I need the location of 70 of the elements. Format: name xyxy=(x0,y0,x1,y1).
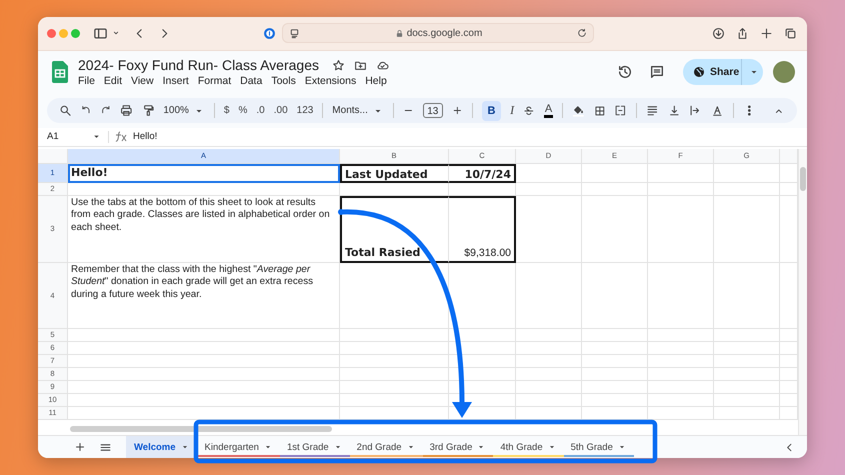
menu-item[interactable]: Extensions xyxy=(304,75,356,88)
horizontal-scrollbar[interactable] xyxy=(70,426,332,432)
cell-text: 10/7/24 xyxy=(449,164,516,183)
vertical-align-icon[interactable] xyxy=(668,104,680,118)
borders-icon[interactable] xyxy=(594,104,606,117)
font-size-field[interactable]: 13 xyxy=(422,103,444,118)
italic-button[interactable]: I xyxy=(510,103,514,118)
increase-decimals-button[interactable]: .00 xyxy=(274,105,288,116)
print-icon[interactable] xyxy=(120,104,133,118)
font-dropdown[interactable]: Monts... xyxy=(332,104,384,117)
avatar[interactable] xyxy=(773,61,795,84)
menu-item[interactable]: Data xyxy=(240,75,262,88)
share-icon[interactable] xyxy=(736,26,749,40)
reload-icon[interactable] xyxy=(577,28,587,38)
percent-button[interactable]: % xyxy=(238,105,248,116)
number-format-button[interactable]: 123 xyxy=(296,105,314,116)
version-history-icon[interactable] xyxy=(617,64,633,80)
search-icon[interactable] xyxy=(59,104,72,118)
text-rotation-icon[interactable] xyxy=(711,104,724,118)
bold-button[interactable]: B xyxy=(482,100,502,121)
text-color-button[interactable]: A xyxy=(544,104,554,118)
cell-text: Hello! xyxy=(68,164,340,183)
new-tab-icon[interactable] xyxy=(760,26,773,40)
fill-color-icon[interactable] xyxy=(572,104,585,118)
sheets-logo[interactable] xyxy=(52,61,68,84)
download-icon[interactable] xyxy=(712,26,725,40)
function-icon xyxy=(115,131,128,142)
align-icon[interactable] xyxy=(646,104,659,118)
formula-text[interactable]: Hello! xyxy=(133,131,158,142)
sheet-tab[interactable]: 5th Grade xyxy=(564,436,634,458)
cell-text: Last Updated xyxy=(340,164,449,183)
reader-icon[interactable] xyxy=(289,28,300,39)
sidebar-icon[interactable] xyxy=(93,26,108,41)
cell-text: $9,318.00 xyxy=(449,196,516,263)
sheet-tab[interactable]: 4th Grade xyxy=(493,436,564,458)
menu-item[interactable]: View xyxy=(131,75,154,88)
menu-item[interactable]: Edit xyxy=(104,75,122,88)
strikethrough-icon[interactable] xyxy=(523,104,535,117)
decrease-decimals-button[interactable]: .0 xyxy=(256,105,265,116)
sheet-tab[interactable]: Kindergarten xyxy=(198,436,280,458)
plus-icon[interactable] xyxy=(452,105,463,116)
cell-text: Total Rasied xyxy=(340,196,449,263)
add-sheet-icon[interactable] xyxy=(74,441,86,454)
close-button[interactable] xyxy=(47,28,56,38)
tabs-overview-icon[interactable] xyxy=(784,26,797,40)
menu-item[interactable]: Help xyxy=(365,75,387,88)
share-button[interactable]: Share xyxy=(683,59,763,86)
cell-text: Remember that the class with the highest "Average per Student" donation in each grade will get an extra recess during a future week this year. xyxy=(68,262,340,329)
sheet-tab[interactable]: 3rd Grade xyxy=(422,436,494,458)
password-manager-icon[interactable] xyxy=(263,26,276,40)
merge-cells-icon[interactable] xyxy=(614,104,628,118)
lock-icon[interactable] xyxy=(394,28,404,38)
menu-item[interactable]: File xyxy=(78,75,95,88)
cell-text: Use the tabs at the bottom of this sheet to look at results from each grade. Classes are listed in alphabetical order on each sheet. xyxy=(68,196,340,263)
star-icon[interactable] xyxy=(332,58,345,72)
vertical-scrollbar[interactable] xyxy=(798,148,807,436)
comment-icon[interactable] xyxy=(649,64,665,80)
paint-format-icon[interactable] xyxy=(142,104,154,118)
globe-icon xyxy=(693,66,705,78)
url-text[interactable]: docs.google.com xyxy=(406,28,482,39)
currency-button[interactable]: $ xyxy=(224,105,230,116)
cell-reference[interactable]: A1 xyxy=(47,131,91,142)
zoom-dropdown[interactable]: 100% xyxy=(163,104,205,117)
sheet-tab[interactable]: 2nd Grade xyxy=(350,436,423,458)
menu-item[interactable]: Format xyxy=(198,75,232,88)
document-title[interactable]: 2024- Foxy Fund Run- Class Averages xyxy=(78,57,319,74)
menu-item[interactable]: Insert xyxy=(162,75,189,88)
menu-item[interactable]: Tools xyxy=(271,75,296,88)
sheet-tab[interactable]: 1st Grade xyxy=(280,436,350,458)
folder-icon[interactable] xyxy=(354,58,367,72)
